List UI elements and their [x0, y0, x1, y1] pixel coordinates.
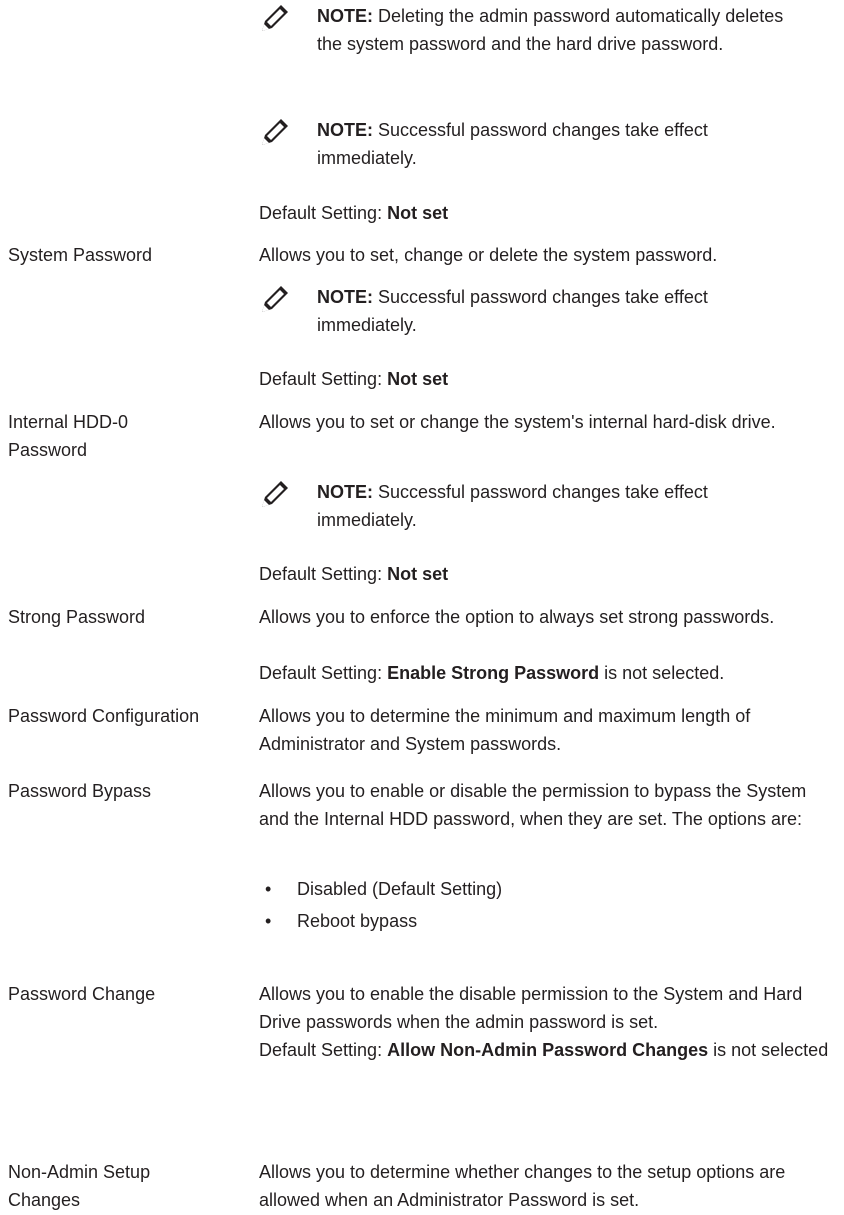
- note-system-password: NOTE: Successful password changes take e…: [259, 283, 829, 343]
- pencil-note-icon: [262, 119, 288, 145]
- note-text: Successful password changes take effect …: [317, 120, 708, 168]
- pencil-note-icon: [262, 481, 288, 507]
- default-setting-password-change: Default Setting: Allow Non-Admin Passwor…: [259, 1040, 829, 1060]
- system-password-description: Allows you to set, change or delete the …: [259, 245, 718, 265]
- password-change-description: Allows you to enable the disable permiss…: [259, 984, 803, 1032]
- note-internal-hdd: NOTE: Successful password changes take e…: [259, 478, 829, 538]
- note-label: NOTE:: [317, 120, 373, 140]
- non-admin-setup-label: Non-Admin Setup Changes: [8, 1162, 151, 1210]
- note-text: Successful password changes take effect …: [317, 482, 708, 530]
- default-value: Allow Non-Admin Password Changes: [387, 1040, 709, 1060]
- password-bypass-options: • Disabled (Default Setting) • Reboot bypa…: [259, 875, 502, 939]
- pencil-note-icon: [262, 286, 288, 312]
- password-bypass-description: Allows you to enable or disable the perm…: [259, 781, 807, 829]
- password-bypass-label: Password Bypass: [8, 781, 152, 801]
- non-admin-setup-description: Allows you to determine whether changes …: [259, 1162, 786, 1210]
- default-value: Not set: [387, 369, 449, 389]
- default-setting-hdd: Default Setting: Not set: [259, 564, 449, 584]
- password-change-label: Password Change: [8, 984, 156, 1004]
- bullet: •: [265, 879, 272, 899]
- list-item: • Disabled (Default Setting): [259, 875, 502, 903]
- password-configuration-label: Password Configuration: [8, 706, 200, 726]
- default-setting-strong: Default Setting: Enable Strong Password …: [259, 663, 725, 683]
- note-success: NOTE: Successful password changes take e…: [259, 116, 829, 176]
- default-setting-admin: Default Setting: Not set: [259, 203, 449, 223]
- bullet: •: [265, 911, 272, 931]
- default-value: Not set: [387, 203, 449, 223]
- system-password-label: System Password: [8, 245, 153, 265]
- note-text: Deleting the admin password automaticall…: [317, 6, 784, 54]
- default-setting-system: Default Setting: Not set: [259, 369, 449, 389]
- strong-password-description: Allows you to enforce the option to alwa…: [259, 607, 775, 627]
- note-label: NOTE:: [317, 6, 373, 26]
- strong-password-label: Strong Password: [8, 607, 146, 627]
- password-configuration-description: Allows you to determine the minimum and …: [259, 706, 751, 754]
- default-value: Not set: [387, 564, 449, 584]
- default-value: Enable Strong Password: [387, 663, 600, 683]
- note-label: NOTE:: [317, 287, 373, 307]
- note-text: Successful password changes take effect …: [317, 287, 708, 335]
- list-item: • Reboot bypass: [259, 907, 502, 935]
- internal-hdd-description: Allows you to set or change the system's…: [259, 412, 776, 432]
- pencil-note-icon: [262, 5, 288, 31]
- note-label: NOTE:: [317, 482, 373, 502]
- note-admin-delete: NOTE: Deleting the admin password automa…: [259, 2, 829, 62]
- internal-hdd-label: Internal HDD-0 Password: [8, 412, 129, 460]
